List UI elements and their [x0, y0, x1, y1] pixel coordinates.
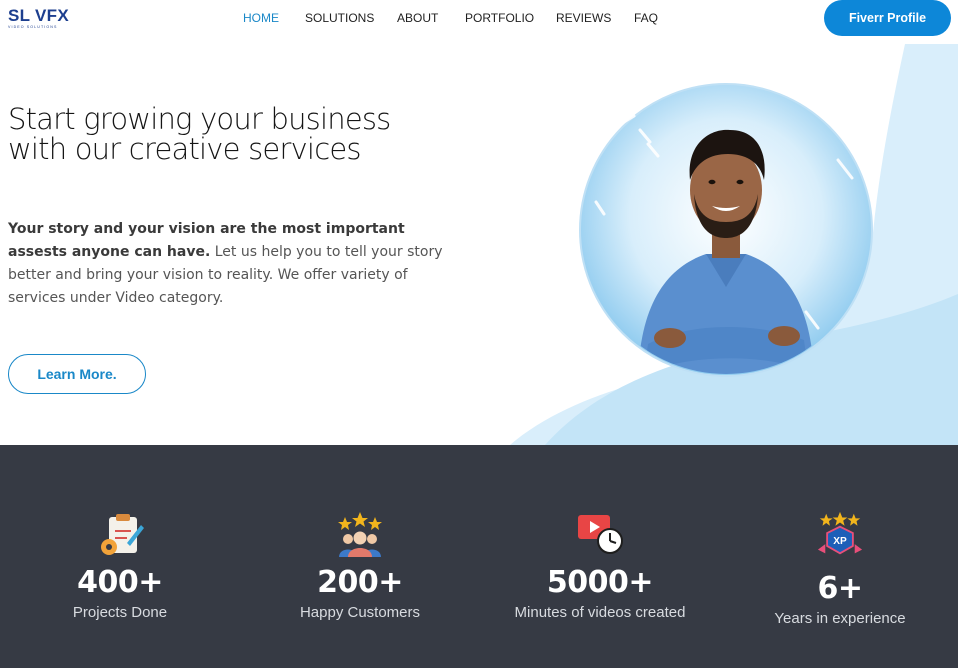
stat-minutes-value: 5000+: [546, 565, 654, 600]
site-header: SL VFX VIDEO SOLUTIONS HOME SOLUTIONS AB…: [0, 0, 958, 44]
nav-solutions[interactable]: SOLUTIONS: [305, 11, 374, 25]
customers-stars-icon: [338, 512, 382, 557]
video-clock-icon: [578, 515, 623, 554]
hero-title-line1: Start growing your business: [8, 102, 391, 136]
stat-years-value: 6+: [817, 571, 863, 606]
clipboard-gear-icon: [101, 514, 144, 555]
stat-years-label: Years in experience: [774, 610, 906, 627]
xp-badge-icon: XP: [817, 511, 863, 555]
person-portrait-icon: [579, 83, 873, 377]
nav-home[interactable]: HOME: [243, 11, 279, 25]
nav-about[interactable]: ABOUT: [397, 11, 438, 25]
stats-section: 400+ Projects Done 200+ Happy Customers …: [0, 445, 958, 668]
hero-section: Start growing your business with our cre…: [0, 44, 958, 445]
hero-title: Start growing your business with our cre…: [8, 104, 391, 164]
nav-faq[interactable]: FAQ: [634, 11, 658, 25]
brand-name: SL VFX: [8, 6, 70, 25]
svg-text:XP: XP: [833, 536, 847, 547]
stat-minutes-label: Minutes of videos created: [514, 604, 686, 621]
fiverr-profile-button[interactable]: Fiverr Profile: [824, 0, 951, 36]
nav-portfolio[interactable]: PORTFOLIO: [465, 11, 534, 25]
stat-customers-value: 200+: [317, 565, 403, 600]
nav-reviews[interactable]: REVIEWS: [556, 11, 611, 25]
stat-projects-label: Projects Done: [72, 604, 168, 621]
stat-projects-value: 400+: [77, 565, 163, 600]
brand-logo[interactable]: SL VFX VIDEO SOLUTIONS: [8, 6, 78, 34]
hero-title-line2: with our creative services: [8, 132, 362, 166]
learn-more-button[interactable]: Learn More.: [8, 354, 146, 394]
stat-customers-label: Happy Customers: [299, 604, 421, 621]
hero-description: Your story and your vision are the most …: [8, 218, 468, 310]
